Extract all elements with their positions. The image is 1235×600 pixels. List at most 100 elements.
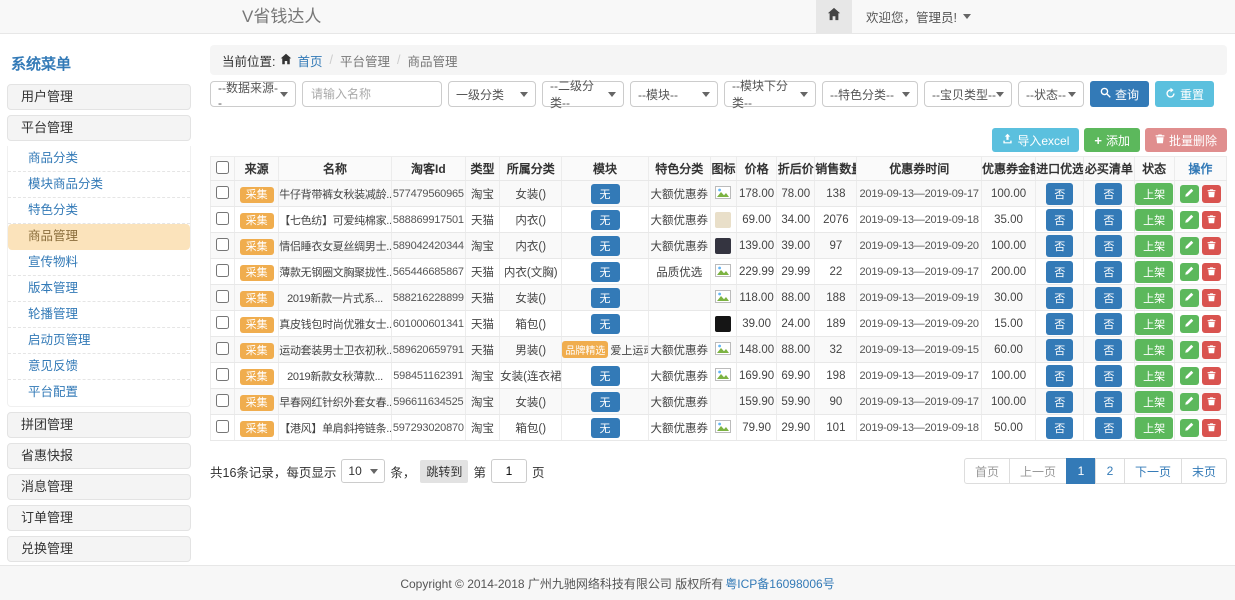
filter-select-data-source[interactable]: --数据来源-- bbox=[210, 81, 296, 107]
sidebar-group-15[interactable]: 订单管理 bbox=[7, 505, 191, 531]
must-buy-toggle[interactable]: 否 bbox=[1095, 365, 1122, 387]
sidebar-item-3[interactable]: 模块商品分类 bbox=[8, 172, 190, 198]
sidebar-item-4[interactable]: 特色分类 bbox=[8, 198, 190, 224]
edit-button[interactable] bbox=[1180, 367, 1199, 385]
jump-page-input[interactable] bbox=[491, 459, 527, 483]
sidebar-group-1[interactable]: 平台管理 bbox=[7, 115, 191, 141]
sidebar-group-16[interactable]: 兑换管理 bbox=[7, 536, 191, 562]
row-checkbox[interactable] bbox=[216, 316, 229, 329]
sidebar-item-10[interactable]: 意见反馈 bbox=[8, 354, 190, 380]
row-checkbox[interactable] bbox=[216, 420, 229, 433]
filter-select-module[interactable]: --模块-- bbox=[630, 81, 718, 107]
status-button[interactable]: 上架 bbox=[1135, 235, 1173, 257]
breadcrumb-item-0[interactable]: 首页 bbox=[297, 51, 322, 70]
must-buy-toggle[interactable]: 否 bbox=[1095, 183, 1122, 205]
row-checkbox[interactable] bbox=[216, 212, 229, 225]
status-button[interactable]: 上架 bbox=[1135, 209, 1173, 231]
page-button-1[interactable]: 1 bbox=[1066, 458, 1096, 484]
must-buy-toggle[interactable]: 否 bbox=[1095, 209, 1122, 231]
row-checkbox[interactable] bbox=[216, 186, 229, 199]
sidebar-item-7[interactable]: 版本管理 bbox=[8, 276, 190, 302]
status-button[interactable]: 上架 bbox=[1135, 261, 1173, 283]
delete-button[interactable] bbox=[1202, 367, 1221, 385]
status-button[interactable]: 上架 bbox=[1135, 365, 1173, 387]
select-all-checkbox[interactable] bbox=[216, 161, 229, 174]
import-select-toggle[interactable]: 否 bbox=[1046, 417, 1073, 439]
import-select-toggle[interactable]: 否 bbox=[1046, 209, 1073, 231]
sidebar-item-9[interactable]: 启动页管理 bbox=[8, 328, 190, 354]
edit-button[interactable] bbox=[1180, 263, 1199, 281]
status-button[interactable]: 上架 bbox=[1135, 313, 1173, 335]
edit-button[interactable] bbox=[1180, 211, 1199, 229]
import-select-toggle[interactable]: 否 bbox=[1046, 261, 1073, 283]
edit-button[interactable] bbox=[1180, 289, 1199, 307]
filter-select-module-sub-category[interactable]: --模块下分类-- bbox=[724, 81, 816, 107]
home-button[interactable] bbox=[816, 0, 852, 33]
filter-input-name[interactable] bbox=[302, 81, 442, 107]
status-button[interactable]: 上架 bbox=[1135, 391, 1173, 413]
import-excel-button[interactable]: 导入excel bbox=[992, 128, 1079, 152]
status-button[interactable]: 上架 bbox=[1135, 287, 1173, 309]
filter-select-status[interactable]: --状态-- bbox=[1018, 81, 1084, 107]
sidebar-item-5[interactable]: 商品管理 bbox=[8, 224, 190, 250]
delete-button[interactable] bbox=[1202, 185, 1221, 203]
sidebar-group-14[interactable]: 消息管理 bbox=[7, 474, 191, 500]
must-buy-toggle[interactable]: 否 bbox=[1095, 261, 1122, 283]
must-buy-toggle[interactable]: 否 bbox=[1095, 235, 1122, 257]
batch-delete-button[interactable]: 批量删除 bbox=[1145, 128, 1227, 152]
edit-button[interactable] bbox=[1180, 237, 1199, 255]
row-checkbox[interactable] bbox=[216, 264, 229, 277]
sidebar-group-0[interactable]: 用户管理 bbox=[7, 84, 191, 110]
must-buy-toggle[interactable]: 否 bbox=[1095, 287, 1122, 309]
filter-select-feature-category[interactable]: --特色分类-- bbox=[822, 81, 918, 107]
user-menu[interactable]: 欢迎您，管理员! bbox=[852, 0, 985, 33]
edit-button[interactable] bbox=[1180, 185, 1199, 203]
sidebar-item-2[interactable]: 商品分类 bbox=[8, 146, 190, 172]
filter-select-level1-category[interactable]: 一级分类 bbox=[448, 81, 536, 107]
add-button[interactable]: + 添加 bbox=[1084, 128, 1140, 152]
delete-button[interactable] bbox=[1202, 211, 1221, 229]
status-button[interactable]: 上架 bbox=[1135, 417, 1173, 439]
delete-button[interactable] bbox=[1202, 237, 1221, 255]
import-select-toggle[interactable]: 否 bbox=[1046, 339, 1073, 361]
icp-link[interactable]: 粤ICP备16098006号 bbox=[725, 575, 834, 592]
edit-button[interactable] bbox=[1180, 315, 1199, 333]
sidebar-group-13[interactable]: 省惠快报 bbox=[7, 443, 191, 469]
sidebar-item-6[interactable]: 宣传物料 bbox=[8, 250, 190, 276]
sidebar-item-8[interactable]: 轮播管理 bbox=[8, 302, 190, 328]
page-button-2[interactable]: 2 bbox=[1095, 458, 1125, 484]
delete-button[interactable] bbox=[1202, 263, 1221, 281]
per-page-select[interactable]: 10 bbox=[341, 459, 385, 483]
filter-select-item-type[interactable]: --宝贝类型-- bbox=[924, 81, 1012, 107]
must-buy-toggle[interactable]: 否 bbox=[1095, 313, 1122, 335]
import-select-toggle[interactable]: 否 bbox=[1046, 365, 1073, 387]
must-buy-toggle[interactable]: 否 bbox=[1095, 417, 1122, 439]
delete-button[interactable] bbox=[1202, 393, 1221, 411]
sidebar-group-12[interactable]: 拼团管理 bbox=[7, 412, 191, 438]
jump-button[interactable]: 跳转到 bbox=[420, 460, 468, 483]
import-select-toggle[interactable]: 否 bbox=[1046, 235, 1073, 257]
row-checkbox[interactable] bbox=[216, 368, 229, 381]
edit-button[interactable] bbox=[1180, 393, 1199, 411]
must-buy-toggle[interactable]: 否 bbox=[1095, 391, 1122, 413]
status-button[interactable]: 上架 bbox=[1135, 183, 1173, 205]
page-button-末页[interactable]: 末页 bbox=[1181, 458, 1227, 484]
edit-button[interactable] bbox=[1180, 419, 1199, 437]
status-button[interactable]: 上架 bbox=[1135, 339, 1173, 361]
reset-button[interactable]: 重置 bbox=[1155, 81, 1214, 107]
search-button[interactable]: 查询 bbox=[1090, 81, 1149, 107]
delete-button[interactable] bbox=[1202, 341, 1221, 359]
row-checkbox[interactable] bbox=[216, 394, 229, 407]
must-buy-toggle[interactable]: 否 bbox=[1095, 339, 1122, 361]
filter-select-level2-category[interactable]: --二级分类-- bbox=[542, 81, 624, 107]
import-select-toggle[interactable]: 否 bbox=[1046, 287, 1073, 309]
import-select-toggle[interactable]: 否 bbox=[1046, 183, 1073, 205]
import-select-toggle[interactable]: 否 bbox=[1046, 391, 1073, 413]
row-checkbox[interactable] bbox=[216, 342, 229, 355]
sidebar-item-11[interactable]: 平台配置 bbox=[8, 380, 190, 406]
row-checkbox[interactable] bbox=[216, 238, 229, 251]
page-button-下一页[interactable]: 下一页 bbox=[1124, 458, 1182, 484]
delete-button[interactable] bbox=[1202, 315, 1221, 333]
delete-button[interactable] bbox=[1202, 289, 1221, 307]
row-checkbox[interactable] bbox=[216, 290, 229, 303]
